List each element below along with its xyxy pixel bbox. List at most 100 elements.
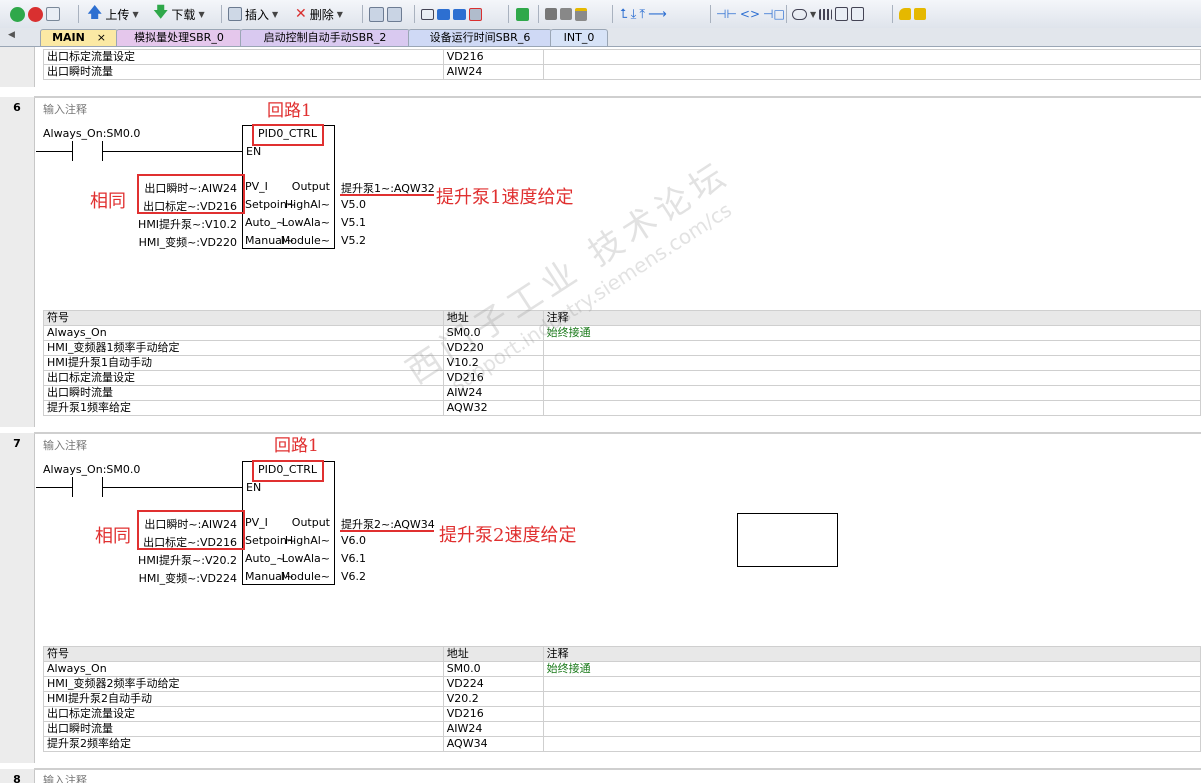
insert-column-icon[interactable] [453,8,466,20]
compile-icon[interactable] [46,7,60,21]
upload-icon: 🡅 [87,2,103,21]
input-wire[interactable]: HMI_变频~:VD224 [139,570,237,586]
table-row[interactable]: HMI提升泵1自动手动 V10.2 [43,355,1201,371]
network-7-gutter [0,433,35,763]
ladder-editor[interactable]: 出口标定流量设定 VD216 出口瞬时流量 AIW24 6 输入注释 Alway… [0,47,1201,783]
toolbar: 🡅 上传 ▼ 🡇 下载 ▼ 插入 ▼ ✕ 删除 ▼ ⮤ ⤓ ⤒ ⟶ ⊣⊢ <> … [0,0,1201,29]
contact-left[interactable] [72,477,73,497]
line-right-icon[interactable]: ⟶ [648,7,667,22]
same-highlight [137,510,245,550]
tab-sbr0[interactable]: 模拟量处理SBR_0 [116,29,242,46]
input-pin: PV_I [245,180,268,193]
insert-row-icon[interactable] [437,8,450,20]
network-comment[interactable]: 输入注释 [43,437,87,453]
output-wire[interactable]: V5.1 [341,216,366,229]
line-down-icon[interactable]: ⤓ [631,7,637,22]
table-row[interactable]: HMI_变频器1频率手动给定 VD220 [43,340,1201,356]
tab-main[interactable]: MAIN × [40,29,118,46]
editor-tabs: ◀ MAIN × 模拟量处理SBR_0 启动控制自动手动SBR_2 设备运行时间… [0,28,1201,47]
insert-button[interactable]: 插入 ▼ [228,4,278,24]
edit-note-icon[interactable] [851,7,865,21]
table-row[interactable]: 提升泵2频率给定 AQW34 [43,736,1201,752]
table-row[interactable]: HMI提升泵2自动手动 V20.2 [43,691,1201,707]
lock-star-icon[interactable] [575,7,587,21]
contact-label[interactable]: Always_On:SM0.0 [43,463,140,476]
tabs-scroll-left[interactable]: ◀ [8,30,15,40]
insert-icon [228,7,242,21]
network-comment[interactable]: 输入注释 [43,772,87,783]
coil-icon[interactable]: <> [740,7,760,21]
table-row[interactable]: 出口瞬时流量 AIW24 [43,721,1201,737]
output-underline [340,194,434,196]
run-icon[interactable] [10,6,25,22]
output-wire[interactable]: V6.0 [341,534,366,547]
tab-int0[interactable]: INT_0 [550,29,608,46]
network-number[interactable]: 7 [0,437,34,450]
note-icon[interactable] [835,7,849,21]
close-icon[interactable]: × [97,31,106,44]
symbol-table-icon[interactable] [387,6,402,22]
input-wire[interactable]: HMI_变频~:VD220 [139,234,237,250]
table-row[interactable]: 出口瞬时流量 AIW24 [43,385,1201,401]
output-wire[interactable]: V6.1 [341,552,366,565]
table-header: 符号 地址 注释 [43,310,1201,326]
input-wire[interactable]: HMI提升泵~:V20.2 [138,552,237,568]
network-comment[interactable]: 输入注释 [43,101,87,117]
input-pin: PV_I [245,516,268,529]
table-header: 符号 地址 注释 [43,646,1201,662]
network-icon[interactable] [369,6,384,22]
table-row[interactable]: 提升泵1频率给定 AQW32 [43,400,1201,416]
delete-row-icon[interactable] [469,7,482,21]
contact-left[interactable] [72,141,73,161]
property-icon[interactable] [914,8,926,20]
loop-highlight [252,124,324,146]
ladder-group: ⮤ ⤓ ⤒ ⟶ [620,4,667,24]
tab-sbr6[interactable]: 设备运行时间SBR_6 [408,29,552,46]
upload-button[interactable]: 🡅 上传 ▼ [87,2,139,24]
branch-icon[interactable]: ⮤ [620,7,628,22]
protect-group [545,4,587,24]
box-element-icon[interactable]: ⊣□ [763,7,785,21]
output-pin: Output [291,516,330,529]
key-icon[interactable] [899,8,911,20]
selection-rectangle[interactable] [737,513,838,567]
table-row[interactable]: 出口标定流量设定 VD216 [43,49,1201,65]
download-icon: 🡇 [153,2,169,21]
tab-sbr2[interactable]: 启动控制自动手动SBR_2 [240,29,410,46]
loop-highlight [252,460,324,482]
box-icon[interactable] [421,8,434,20]
output-pin: Module~ [280,570,330,583]
symbol-table-6: 符号 地址 注释 Always_On SM0.0 始终接通 HMI_变频器1频率手动… [43,310,1201,416]
stop-icon[interactable] [28,6,43,22]
line-up-icon[interactable]: ⤒ [639,7,645,22]
table-row[interactable]: Always_On SM0.0 始终接通 [43,661,1201,677]
delete-icon: ✕ [295,6,307,22]
output-wire[interactable]: V5.2 [341,234,366,247]
output-pin: LowAla~ [281,552,330,565]
output-underline [340,530,434,532]
lock-icon[interactable] [545,8,557,20]
output-wire[interactable]: V5.0 [341,198,366,211]
network-number[interactable]: 8 [0,773,34,783]
contact-label[interactable]: Always_On:SM0.0 [43,127,140,140]
input-wire[interactable]: HMI提升泵~:V10.2 [138,216,237,232]
table-row[interactable]: Always_On SM0.0 始终接通 [43,325,1201,341]
table-row[interactable]: HMI_变频器2频率手动给定 VD224 [43,676,1201,692]
download-button[interactable]: 🡇 下载 ▼ [153,2,205,24]
output-wire[interactable]: V6.2 [341,570,366,583]
table-row[interactable]: 出口标定流量设定 VD216 [43,370,1201,386]
network-number[interactable]: 6 [0,101,34,114]
table-row[interactable]: 出口瞬时流量 AIW24 [43,64,1201,80]
speed-annotation: 提升泵1速度给定 [436,187,574,208]
block-en: EN [246,145,262,158]
comment-icon[interactable] [792,8,807,20]
delete-button[interactable]: ✕ 删除 ▼ [295,4,343,24]
table-row[interactable]: 出口标定流量设定 VD216 [43,706,1201,722]
block-en: EN [246,481,262,494]
goto-icon[interactable] [516,7,529,21]
grid-icon[interactable] [819,8,833,20]
output-pin: HighAl~ [284,534,330,547]
chevron-down-icon: ▼ [272,9,279,19]
contact-icon[interactable]: ⊣⊢ [716,7,737,21]
lock-open-icon[interactable] [560,8,572,20]
